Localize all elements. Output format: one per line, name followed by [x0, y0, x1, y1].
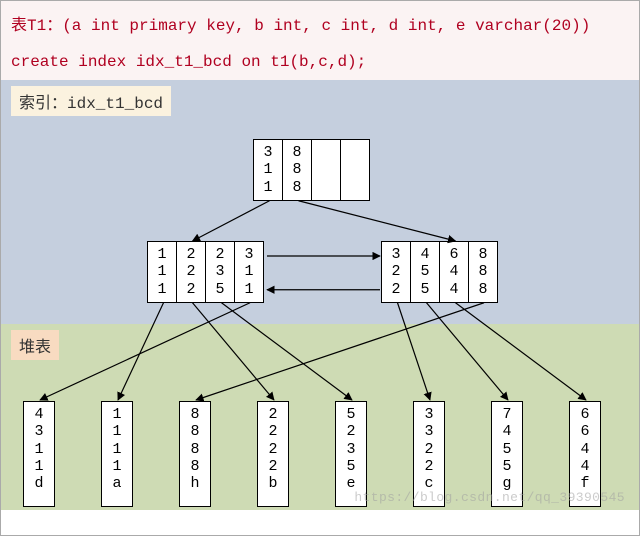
heap-block: 4311d: [23, 401, 55, 507]
heap-title-badge: 堆表: [11, 330, 59, 360]
heap-block: 7455g: [491, 401, 523, 507]
btree-cell: 644: [440, 242, 469, 302]
btree-cell: 235: [206, 242, 235, 302]
heap-cell: 7455g: [492, 402, 522, 506]
heap-cell: 1111a: [102, 402, 132, 506]
table-declaration: 表T1：(a int primary key, b int, c int, d …: [11, 17, 590, 35]
btree-cell: 455: [411, 242, 440, 302]
heap-block: 6644f: [569, 401, 601, 507]
heap-cell: 6644f: [570, 402, 600, 506]
heap-block: 8888h: [179, 401, 211, 507]
btree-cell: 311: [254, 140, 283, 200]
heap-cell: 4311d: [24, 402, 54, 506]
btree-empty-cell: [312, 140, 341, 200]
heap-cell: 5235e: [336, 402, 366, 506]
index-area: 索引：idx_t1_bcd: [1, 80, 639, 324]
btree-cell: 311: [235, 242, 263, 302]
btree-root-node: 311 888: [253, 139, 370, 201]
heap-row: 4311d 1111a 8888h 2222b 5235e 3322c 7455g 6644f: [23, 401, 601, 507]
btree-left-leaf: 111 222 235 311: [147, 241, 264, 303]
heap-block: 5235e: [335, 401, 367, 507]
heap-cell: 3322c: [414, 402, 444, 506]
btree-cell: 111: [148, 242, 177, 302]
heap-block: 2222b: [257, 401, 289, 507]
heap-cell: 8888h: [180, 402, 210, 506]
btree-cell: 222: [177, 242, 206, 302]
heap-cell: 2222b: [258, 402, 288, 506]
btree-cell: 888: [283, 140, 312, 200]
btree-cell: 322: [382, 242, 411, 302]
heap-block: 1111a: [101, 401, 133, 507]
btree-cell: 888: [469, 242, 497, 302]
heap-block: 3322c: [413, 401, 445, 507]
sql-code-block: 表T1：(a int primary key, b int, c int, d …: [1, 1, 639, 80]
btree-empty-cell: [341, 140, 369, 200]
create-index-statement: create index idx_t1_bcd on t1(b,c,d);: [11, 51, 629, 73]
btree-right-leaf: 322 455 644 888: [381, 241, 498, 303]
index-title-badge: 索引：idx_t1_bcd: [11, 86, 171, 116]
